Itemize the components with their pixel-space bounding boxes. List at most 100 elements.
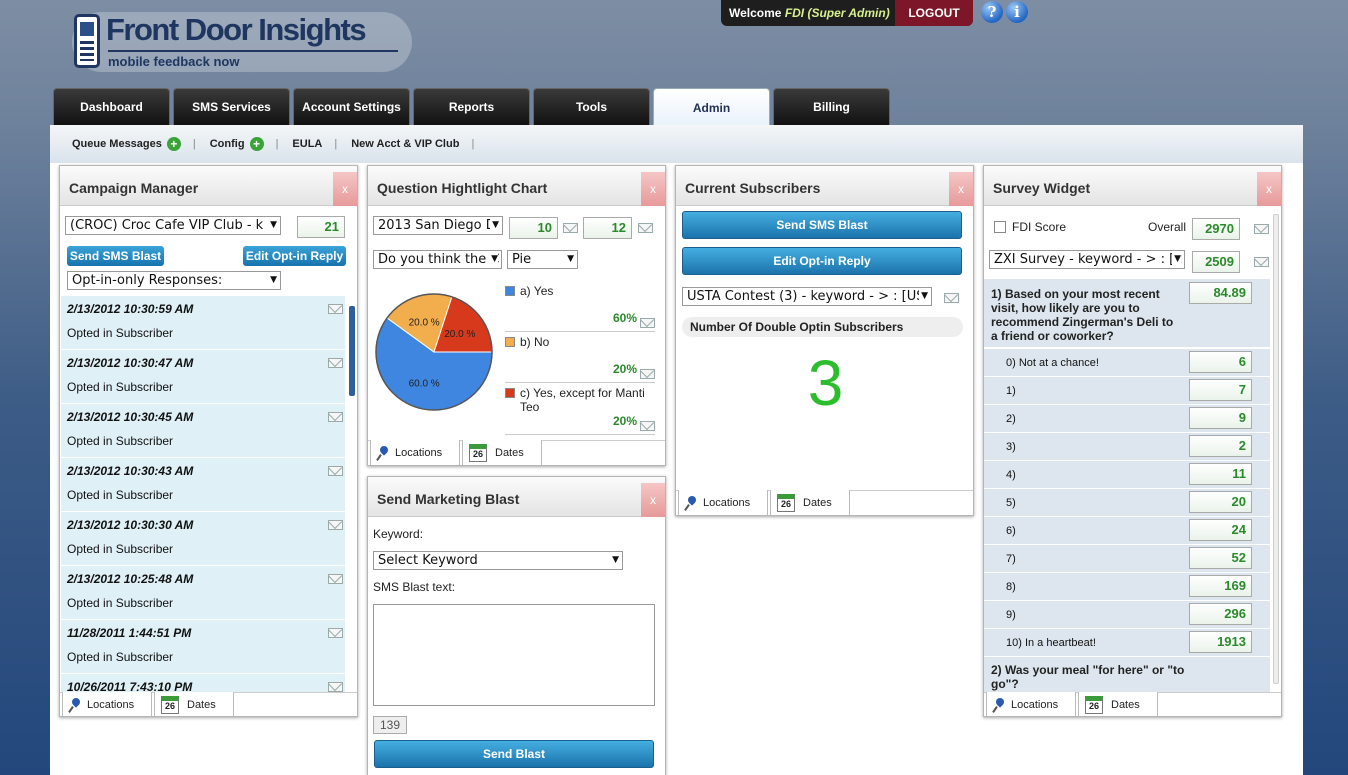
list-scrollbar[interactable] [348, 296, 356, 692]
fdi-score-checkbox[interactable] [994, 221, 1006, 233]
list-item[interactable]: 10/26/2011 7:43:10 PM [61, 674, 345, 692]
edit-optin-reply-button[interactable]: Edit Opt-in Reply [682, 247, 962, 275]
list-item[interactable]: 2/13/2012 10:30:30 AM Opted in Subscriber [61, 512, 345, 566]
tab-dates[interactable]: 26 Dates [770, 490, 850, 515]
answer-row: 3) 2 [984, 433, 1270, 461]
item-status: Opted in Subscriber [67, 380, 174, 394]
scrollbar-thumb[interactable] [349, 306, 355, 396]
brand-logo[interactable]: Front Door Insights mobile feedback now [72, 12, 412, 72]
list-item[interactable]: 2/13/2012 10:30:59 AM Opted in Subscriber [61, 296, 345, 350]
subnav-new-acct[interactable]: New Acct & VIP Club [351, 138, 459, 150]
phone-icon [74, 14, 100, 68]
send-sms-blast-button[interactable]: Send SMS Blast [67, 246, 164, 266]
chart-type-select[interactable]: Pie [507, 250, 578, 269]
tab-label: Locations [87, 698, 135, 711]
tab-locations[interactable]: Locations [62, 692, 152, 716]
survey-scrollbar[interactable] [1272, 214, 1280, 692]
close-icon[interactable]: x [1257, 172, 1281, 206]
event-select[interactable]: 2013 San Diego D [373, 216, 503, 235]
answer-row: 5) 20 [984, 489, 1270, 517]
question-icon[interactable]: ? [981, 1, 1003, 23]
item-status: Opted in Subscriber [67, 650, 174, 664]
mail-icon[interactable] [1254, 224, 1269, 234]
send-blast-panel: Send Marketing Blast x Keyword: Select K… [367, 476, 666, 775]
legend-swatch [505, 337, 515, 347]
subnav-eula[interactable]: EULA [292, 138, 322, 150]
panel-footer-tabs: Locations 26 Dates [60, 692, 357, 716]
mail-icon[interactable] [563, 223, 578, 233]
mail-icon[interactable] [638, 223, 653, 233]
close-icon[interactable]: x [641, 172, 665, 206]
subnav-label: New Acct & VIP Club [351, 138, 460, 150]
tab-account-settings[interactable]: Account Settings [293, 88, 410, 125]
campaign-select[interactable]: (CROC) Croc Cafe VIP Club - k [65, 216, 281, 235]
list-item[interactable]: 2/13/2012 10:25:48 AM Opted in Subscriber [61, 566, 345, 620]
scrollbar-thumb[interactable] [1273, 214, 1279, 684]
survey-select[interactable]: ZXI Survey - keyword - > : [2 [989, 250, 1185, 269]
subscriber-total: 3 [807, 347, 844, 419]
send-blast-button[interactable]: Send Blast [374, 740, 654, 768]
keyword-select[interactable]: Select Keyword [373, 551, 623, 570]
close-icon[interactable]: x [949, 172, 973, 206]
answer-label: 2) [1006, 413, 1016, 425]
list-item[interactable]: 2/13/2012 10:30:43 AM Opted in Subscriber [61, 458, 345, 512]
separator: | [275, 138, 279, 150]
pie-slice-label: 60.0 % [409, 378, 440, 389]
survey-widget-panel: Survey Widget x FDI Score Overall 2970 Z… [983, 165, 1282, 717]
mail-icon[interactable] [328, 574, 343, 584]
item-date: 2/13/2012 10:30:47 AM [61, 350, 345, 375]
mail-icon[interactable] [640, 421, 655, 431]
tab-billing[interactable]: Billing [773, 88, 890, 125]
edit-optin-reply-button[interactable]: Edit Opt-in Reply [243, 246, 346, 266]
question-select[interactable]: Do you think the C [373, 250, 502, 269]
close-icon[interactable]: x [641, 483, 665, 517]
mail-icon[interactable] [640, 369, 655, 379]
mail-icon[interactable] [1254, 257, 1269, 267]
answer-label: 5) [1006, 497, 1016, 509]
tab-dates[interactable]: 26 Dates [154, 692, 234, 716]
tab-locations[interactable]: Locations [370, 440, 460, 465]
logout-button[interactable]: LOGOUT [895, 0, 973, 26]
mail-icon[interactable] [640, 318, 655, 328]
list-item[interactable]: 2/13/2012 10:30:45 AM Opted in Subscriber [61, 404, 345, 458]
legend-percent: 20% [612, 362, 637, 376]
tab-sms-services[interactable]: SMS Services [173, 88, 290, 125]
answer-label: 3) [1006, 441, 1016, 453]
tab-dates[interactable]: 26 Dates [1078, 692, 1158, 716]
blast-textarea[interactable] [373, 604, 655, 706]
tab-locations[interactable]: Locations [678, 490, 768, 515]
tab-dashboard[interactable]: Dashboard [53, 88, 170, 125]
mail-icon[interactable] [328, 412, 343, 422]
mail-icon[interactable] [328, 304, 343, 314]
add-icon[interactable]: + [166, 137, 181, 151]
tab-admin[interactable]: Admin [653, 88, 770, 126]
mail-icon[interactable] [328, 466, 343, 476]
close-icon[interactable]: x [333, 172, 357, 206]
double-optin-caption: Number Of Double Optin Subscribers [682, 317, 963, 337]
mail-icon[interactable] [328, 520, 343, 530]
contest-select[interactable]: USTA Contest (3) - keyword - > : [US [682, 287, 932, 306]
mail-icon[interactable] [328, 628, 343, 638]
answer-label: 4) [1006, 469, 1016, 481]
mail-icon[interactable] [328, 682, 343, 692]
subscriber-count: 21 [297, 216, 345, 238]
answer-row: 9) 296 [984, 601, 1270, 629]
panel-header: Current Subscribers x [676, 166, 973, 206]
answer-row: 4) 11 [984, 461, 1270, 489]
list-item[interactable]: 2/13/2012 10:30:47 AM Opted in Subscriber [61, 350, 345, 404]
add-icon[interactable]: + [249, 137, 264, 151]
list-item[interactable]: 11/28/2011 1:44:51 PM Opted in Subscriber [61, 620, 345, 674]
info-icon[interactable]: i [1006, 1, 1028, 23]
subnav-config[interactable]: Config + [210, 137, 264, 151]
tab-locations[interactable]: Locations [986, 692, 1076, 716]
responses-filter-select[interactable]: Opt-in-only Responses: [67, 271, 281, 290]
divider [505, 382, 655, 383]
legend-item-yes: a) Yes [505, 284, 655, 298]
send-sms-blast-button[interactable]: Send SMS Blast [682, 211, 962, 239]
mail-icon[interactable] [944, 293, 959, 303]
subnav-queue-messages[interactable]: Queue Messages + [72, 137, 181, 151]
tab-reports[interactable]: Reports [413, 88, 530, 125]
mail-icon[interactable] [328, 358, 343, 368]
tab-tools[interactable]: Tools [533, 88, 650, 125]
tab-dates[interactable]: 26 Dates [462, 440, 542, 465]
